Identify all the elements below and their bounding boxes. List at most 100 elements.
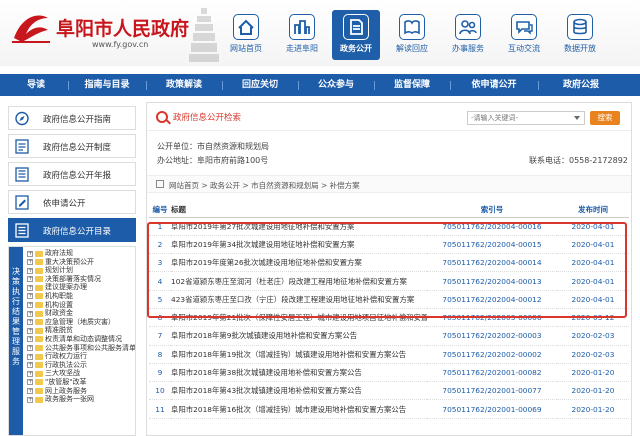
mainnav-participation[interactable]: 公众参与 — [304, 74, 368, 96]
breadcrumb-text[interactable]: 网站首页 > 政务公开 > 市自然资源和规划局 > 补偿方案 — [169, 180, 360, 191]
row-title[interactable]: 阜阳市2018年第9批次城镇建设用地补偿和安置方案公告 — [171, 326, 427, 346]
table-row[interactable]: 3 阜阳市2019年度第26批次城建设用地征地补偿和安置方案 705011762/2… — [149, 253, 629, 273]
expand-icon[interactable]: + — [27, 302, 33, 309]
tree-item[interactable]: + 建议提案办理 — [25, 283, 135, 292]
topnav-gov-affairs[interactable]: 政务公开 — [332, 10, 380, 60]
tree-item[interactable]: + 机构设置 — [25, 301, 135, 310]
row-title[interactable]: 阜阳市2018年第38批次城镇建设用地补偿和安置方案公告 — [171, 363, 427, 383]
main-nav: 导读 指南与目录 政策解读 回应关切 公众参与 监督保障 依申请公开 政府公报 — [0, 74, 640, 96]
search-bar: 政府信息公开检索 搜索 — [147, 103, 631, 131]
expand-icon[interactable]: + — [27, 319, 33, 326]
tree-item[interactable]: + 行政权力运行 — [25, 352, 135, 361]
folder-icon — [35, 267, 43, 274]
topnav-services[interactable]: 办事服务 — [444, 14, 492, 58]
tree-item-label: 财政资金 — [45, 309, 73, 318]
expand-icon[interactable]: + — [27, 370, 33, 377]
mainnav-policy[interactable]: 政策解读 — [152, 74, 216, 96]
mainnav-supervision[interactable]: 监督保障 — [380, 74, 444, 96]
tree-item[interactable]: + 权责清单和动态调整情况 — [25, 335, 135, 344]
table-row[interactable]: 9 阜阳市2018年第38批次城镇建设用地补偿和安置方案公告 705011762/2… — [149, 363, 629, 383]
expand-icon[interactable]: + — [27, 276, 33, 283]
folder-icon — [35, 250, 43, 257]
row-title[interactable]: 423省道颍东枣庄至口孜（宁庄）段改建工程建设用地征地补偿和安置方案 — [171, 290, 427, 309]
sidebar-item-label: 依申请公开 — [43, 199, 86, 209]
row-title[interactable]: 阜阳市2019年第27批次城建设用地征地补偿和安置方案 — [171, 217, 427, 236]
unit-label: 公开单位： — [157, 142, 197, 151]
expand-icon[interactable]: + — [27, 336, 33, 343]
expand-icon[interactable]: + — [27, 353, 33, 360]
expand-icon[interactable]: + — [27, 310, 33, 317]
expand-icon[interactable]: + — [27, 327, 33, 334]
table-row[interactable]: 5 423省道颍东枣庄至口孜（宁庄）段改建工程建设用地征地补偿和安置方案 70501… — [149, 290, 629, 309]
tree-item[interactable]: + 财政资金 — [25, 309, 135, 318]
expand-icon[interactable]: + — [27, 345, 33, 352]
expand-icon[interactable]: + — [27, 388, 33, 394]
tree-item[interactable]: + 网上政务服务 — [25, 387, 135, 396]
table-row[interactable]: 1 阜阳市2019年第27批次城建设用地征地补偿和安置方案 705011762/20… — [149, 217, 629, 236]
table-row[interactable]: 2 阜阳市2019年第34批次城建设用地征地补偿和安置方案 705011762/20… — [149, 235, 629, 255]
col-header-date: 发布时间 — [557, 203, 629, 218]
chevron-down-icon[interactable] — [574, 116, 580, 120]
mainnav-gazette[interactable]: 政府公报 — [546, 74, 616, 96]
tree-item[interactable]: + 公共服务事项和公共服务清单 — [25, 344, 135, 353]
tree-item[interactable]: + 行政执法公示 — [25, 361, 135, 370]
tree-item[interactable]: + 应急管理（地质灾害） — [25, 318, 135, 327]
tree-category-tab[interactable]: 决策执行结果管理服务 — [9, 247, 23, 435]
expand-icon[interactable]: + — [27, 250, 33, 257]
search-input[interactable] — [467, 111, 585, 125]
topnav-home[interactable]: 网站首页 — [222, 14, 270, 58]
tree-item-label: 规划计划 — [45, 266, 73, 275]
mainnav-response[interactable]: 回应关切 — [228, 74, 292, 96]
people-icon — [455, 14, 481, 40]
expand-icon[interactable]: + — [27, 362, 33, 369]
row-title[interactable]: 阜阳市2019年第21批次（保障性安居工程）城市建设用地项目征地补偿和安置方案 — [171, 308, 427, 328]
sidebar-item-system[interactable]: 政府信息公开制度 — [8, 134, 136, 158]
tree-item[interactable]: + 精准脱贫 — [25, 326, 135, 335]
mainnav-guide[interactable]: 导读 — [6, 74, 66, 96]
sidebar-item-catalog[interactable]: 政府信息公开目录 — [8, 218, 136, 242]
expand-icon[interactable]: + — [27, 267, 33, 274]
row-title[interactable]: 阜阳市2019年度第26批次城建设用地征地补偿和安置方案 — [171, 253, 427, 273]
table-row[interactable]: 7 阜阳市2018年第9批次城镇建设用地补偿和安置方案公告 705011762/20… — [149, 326, 629, 346]
tree-item-label: 网上政务服务 — [45, 386, 87, 395]
tree-item[interactable]: + 政务服务一张网 — [25, 395, 135, 404]
topnav-open-data[interactable]: 数据开放 — [556, 14, 604, 58]
table-header-row: 编号 标题 索引号 发布时间 — [149, 203, 629, 218]
tree-item[interactable]: + 三大攻坚战 — [25, 369, 135, 378]
site-name[interactable]: 阜阳市人民政府 — [56, 14, 189, 41]
table-row[interactable]: 6 阜阳市2019年第21批次（保障性安居工程）城市建设用地项目征地补偿和安置方案… — [149, 308, 629, 328]
table-row[interactable]: 4 102省道颍东枣庄至润河（杜老庄）段改建工程用地征地补偿和安置方案 705011… — [149, 271, 629, 291]
row-title[interactable]: 102省道颍东枣庄至润河（杜老庄）段改建工程用地征地补偿和安置方案 — [171, 271, 427, 291]
tree-item[interactable]: + "放管服"改革 — [25, 378, 135, 387]
table-row[interactable]: 11 阜阳市2018年第16批次（增减挂钩）城市建设用地补偿和安置方案公告 7050… — [149, 399, 629, 419]
expand-icon[interactable]: + — [27, 379, 33, 386]
expand-icon[interactable]: + — [27, 293, 33, 300]
row-index: 705011762/202004-00014 — [427, 253, 557, 273]
tree-item[interactable]: + 机构职能 — [25, 292, 135, 301]
tree-item[interactable]: + 规划计划 — [25, 266, 135, 275]
row-index: 705011762/202001-00069 — [427, 399, 557, 419]
row-title[interactable]: 阜阳市2018年第19批次（增减挂钩）城镇建设用地补偿和安置方案公告 — [171, 345, 427, 364]
sidebar-item-guide[interactable]: 政府信息公开指南 — [8, 106, 136, 130]
sidebar-item-annual-report[interactable]: 政府信息公开年报 — [8, 162, 136, 186]
mainnav-apply[interactable]: 依申请公开 — [456, 74, 532, 96]
sidebar-item-apply[interactable]: 依申请公开 — [8, 190, 136, 214]
topnav-interpretation[interactable]: 解读回应 — [388, 14, 436, 58]
folder-icon — [35, 336, 43, 343]
city-emblem-logo[interactable] — [8, 8, 54, 48]
tree-item[interactable]: + 重大决策预公开 — [25, 258, 135, 267]
table-row[interactable]: 10 阜阳市2018年第43批次城镇建设用地补偿和安置方案公告 705011762/… — [149, 381, 629, 401]
tree-item[interactable]: + 政府法规 — [25, 249, 135, 258]
expand-icon[interactable]: + — [27, 259, 33, 266]
table-row[interactable]: 8 阜阳市2018年第19批次（增减挂钩）城镇建设用地补偿和安置方案公告 70501… — [149, 345, 629, 364]
expand-icon[interactable]: + — [27, 396, 33, 403]
row-title[interactable]: 阜阳市2018年第43批次城镇建设用地补偿和安置方案公告 — [171, 381, 427, 401]
expand-icon[interactable]: + — [27, 284, 33, 291]
row-title[interactable]: 阜阳市2018年第16批次（增减挂钩）城市建设用地补偿和安置方案公告 — [171, 399, 427, 419]
folder-icon — [35, 327, 43, 334]
topnav-about-fuyang[interactable]: 走进阜阳 — [278, 14, 326, 58]
topnav-interaction[interactable]: 互动交流 — [500, 14, 548, 58]
search-button[interactable]: 搜索 — [590, 111, 620, 125]
mainnav-directory[interactable]: 指南与目录 — [72, 74, 142, 96]
row-title[interactable]: 阜阳市2019年第34批次城建设用地征地补偿和安置方案 — [171, 235, 427, 255]
